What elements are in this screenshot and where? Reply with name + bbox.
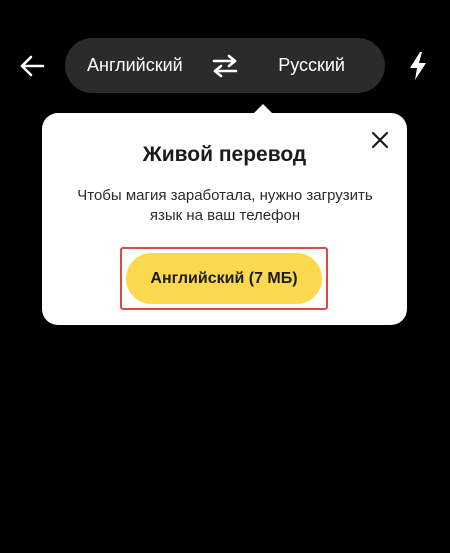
- arrow-left-icon: [20, 55, 45, 77]
- target-language-button[interactable]: Русский: [278, 38, 345, 93]
- lightning-icon: [410, 52, 426, 80]
- source-language-button[interactable]: Английский: [87, 38, 183, 93]
- swap-arrows-icon: [212, 54, 238, 78]
- flash-button[interactable]: [400, 48, 436, 84]
- popup-pointer: [253, 104, 273, 114]
- language-selector: Английский Русский: [65, 38, 385, 93]
- popup-message: Чтобы магия заработала, нужно загрузить …: [77, 187, 373, 224]
- download-language-button[interactable]: Английский (7 МБ): [126, 253, 322, 304]
- popup-title: Живой перевод: [142, 143, 307, 166]
- live-translation-popup: Живой перевод Чтобы магия заработала, ну…: [42, 104, 407, 325]
- swap-languages-button[interactable]: [209, 50, 241, 82]
- back-button[interactable]: [14, 48, 50, 84]
- top-bar: Английский Русский: [0, 0, 450, 130]
